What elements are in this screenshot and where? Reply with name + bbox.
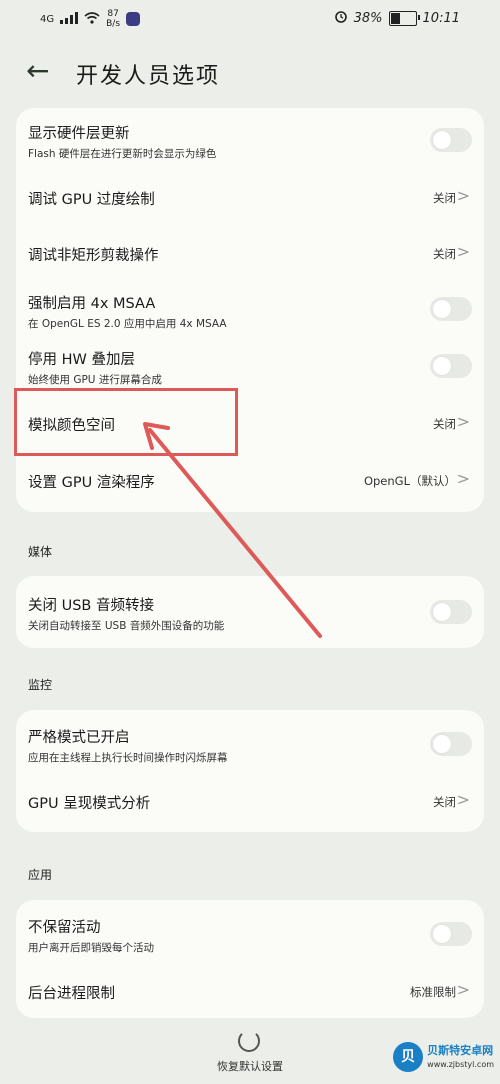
status-right: 38% 10:11: [334, 9, 460, 27]
card-media: 关闭 USB 音频转接 关闭自动转接至 USB 音频外围设备的功能: [16, 576, 484, 648]
row-value: 标准限制: [410, 985, 456, 999]
row-title: GPU 呈现模式分析: [28, 796, 151, 812]
row-value: OpenGL（默认）: [363, 474, 456, 488]
watermark-name: 贝斯特安卓网: [427, 1043, 494, 1057]
section-header-media: 媒体: [28, 545, 53, 559]
row-gpu-overdraw[interactable]: 调试 GPU 过度绘制 关闭 >: [16, 170, 484, 224]
chevron-right-icon: >: [456, 186, 470, 205]
row-disable-hw-overlay[interactable]: 停用 HW 叠加层 始终使用 GPU 进行屏幕合成: [16, 338, 484, 394]
row-value: 关闭: [433, 247, 456, 261]
toggle-knob: [433, 925, 451, 943]
chevron-right-icon: >: [456, 469, 470, 488]
net-speed-unit: B/s: [106, 19, 121, 29]
page-title: 开发人员选项: [76, 64, 221, 89]
net-speed-value: 87: [107, 9, 119, 19]
refresh-icon: [238, 1030, 260, 1052]
annotation-highlight-box: [14, 388, 238, 456]
chevron-right-icon: >: [456, 980, 470, 999]
row-title: 设置 GPU 渲染程序: [28, 475, 155, 491]
toggle-switch[interactable]: [430, 297, 472, 321]
toggle-knob: [433, 300, 451, 318]
row-non-rect-clip[interactable]: 调试非矩形剪裁操作 关闭 >: [16, 226, 484, 280]
chevron-right-icon: >: [456, 412, 470, 431]
row-subtitle: 关闭自动转接至 USB 音频外围设备的功能: [28, 620, 225, 632]
toggle-knob: [433, 735, 451, 753]
toggle-knob: [433, 603, 451, 621]
toggle-switch[interactable]: [430, 600, 472, 624]
status-left: 4G 87 B/s: [40, 9, 141, 29]
alarm-icon: [334, 9, 348, 27]
row-strict-mode[interactable]: 严格模式已开启 应用在主线程上执行长时间操作时闪烁屏幕: [16, 710, 484, 778]
row-gpu-profile[interactable]: GPU 呈现模式分析 关闭 >: [16, 780, 484, 830]
watermark: 贝 贝斯特安卓网 www.zjbstyl.com: [393, 1042, 494, 1072]
wifi-icon: [84, 11, 100, 27]
row-title: 后台进程限制: [28, 986, 115, 1002]
row-disable-usb-audio[interactable]: 关闭 USB 音频转接 关闭自动转接至 USB 音频外围设备的功能: [16, 576, 484, 648]
row-title: 显示硬件层更新: [28, 126, 130, 142]
row-hw-layer-updates[interactable]: 显示硬件层更新 Flash 硬件层在进行更新时会显示为绿色: [16, 108, 484, 168]
net-speed: 87 B/s: [106, 9, 120, 29]
watermark-url: www.zjbstyl.com: [427, 1059, 494, 1069]
row-title: 调试非矩形剪裁操作: [28, 248, 159, 264]
back-arrow-icon[interactable]: ←: [26, 56, 49, 86]
battery-icon: [388, 10, 420, 26]
row-subtitle: 在 OpenGL ES 2.0 应用中启用 4x MSAA: [28, 318, 227, 330]
toggle-knob: [433, 131, 451, 149]
row-subtitle: Flash 硬件层在进行更新时会显示为绿色: [28, 148, 217, 160]
chevron-right-icon: >: [456, 242, 470, 261]
card-monitoring: 严格模式已开启 应用在主线程上执行长时间操作时闪烁屏幕 GPU 呈现模式分析 关…: [16, 710, 484, 832]
row-subtitle: 始终使用 GPU 进行屏幕合成: [28, 374, 162, 386]
row-gpu-renderer[interactable]: 设置 GPU 渲染程序 OpenGL（默认） >: [16, 454, 484, 510]
row-value: 关闭: [433, 191, 456, 205]
row-value: 关闭: [433, 795, 456, 809]
battery-percent: 38%: [353, 10, 383, 26]
battery-fill: [390, 12, 401, 24]
row-dont-keep-activities[interactable]: 不保留活动 用户离开后即销毁每个活动: [16, 900, 484, 966]
bottom-bar: 恢复默认设置 贝 贝斯特安卓网 www.zjbstyl.com: [0, 1024, 500, 1084]
section-header-apps: 应用: [28, 868, 53, 882]
row-title: 调试 GPU 过度绘制: [28, 192, 155, 208]
chevron-right-icon: >: [456, 790, 470, 809]
toggle-switch[interactable]: [430, 354, 472, 378]
row-title: 强制启用 4x MSAA: [28, 296, 156, 312]
row-subtitle: 用户离开后即销毁每个活动: [28, 942, 154, 954]
row-force-msaa[interactable]: 强制启用 4x MSAA 在 OpenGL ES 2.0 应用中启用 4x MS…: [16, 280, 484, 338]
toggle-switch[interactable]: [430, 128, 472, 152]
row-title: 不保留活动: [28, 920, 101, 936]
toggle-switch[interactable]: [430, 732, 472, 756]
toggle-switch[interactable]: [430, 922, 472, 946]
section-header-monitoring: 监控: [28, 678, 53, 692]
toggle-knob: [433, 357, 451, 375]
network-type: 4G: [40, 13, 55, 25]
app-notification-icon: [126, 12, 141, 26]
row-title: 关闭 USB 音频转接: [28, 598, 154, 614]
card-apps: 不保留活动 用户离开后即销毁每个活动 后台进程限制 标准限制 >: [16, 900, 484, 1018]
row-subtitle: 应用在主线程上执行长时间操作时闪烁屏幕: [28, 752, 228, 764]
clock: 10:11: [422, 10, 460, 26]
row-value: 关闭: [433, 417, 456, 431]
signal-icon: [60, 11, 79, 27]
page-header: ← 开发人员选项: [0, 50, 500, 96]
status-bar: 4G 87 B/s 38% 10:11: [0, 0, 500, 40]
row-title: 严格模式已开启: [28, 730, 130, 746]
row-title: 停用 HW 叠加层: [28, 352, 135, 368]
watermark-logo: 贝: [393, 1042, 424, 1072]
watermark-text: 贝斯特安卓网 www.zjbstyl.com: [427, 1044, 494, 1071]
row-background-process-limit[interactable]: 后台进程限制 标准限制 >: [16, 968, 484, 1016]
